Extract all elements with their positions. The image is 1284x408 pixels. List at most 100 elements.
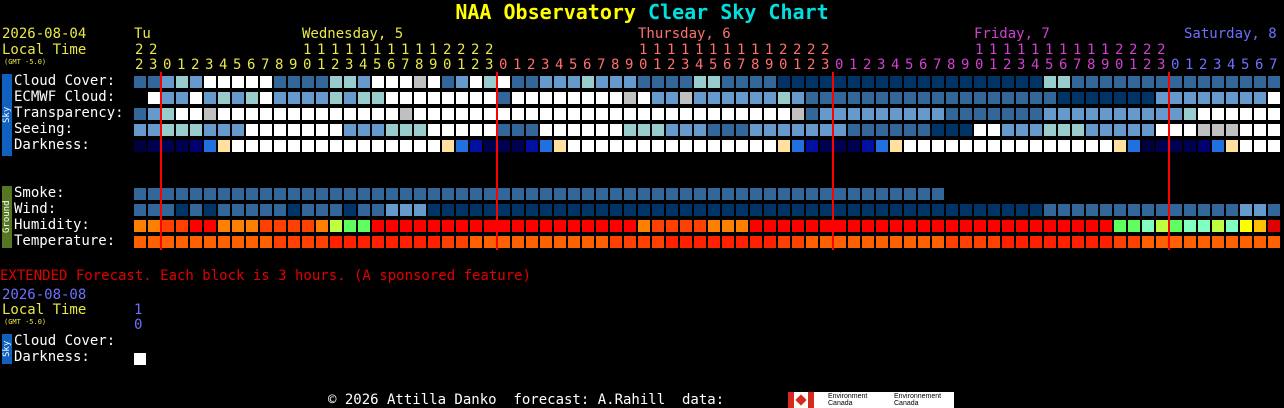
darkness-block	[1114, 140, 1126, 152]
humidity-block	[820, 220, 832, 232]
darkness-block	[1044, 140, 1056, 152]
temperature-block	[274, 236, 286, 248]
seeing-block	[568, 124, 580, 136]
wind-block	[428, 204, 440, 216]
temperature-block	[596, 236, 608, 248]
smoke-block	[596, 188, 608, 200]
temperature-block	[190, 236, 202, 248]
transparency-block	[246, 108, 258, 120]
transparency-block	[218, 108, 230, 120]
cloud-cover-block	[1268, 76, 1280, 88]
ecmwf-cloud-block	[722, 92, 734, 104]
cloud-cover-block	[624, 76, 636, 88]
seeing-block	[1170, 124, 1182, 136]
transparency-block	[232, 108, 244, 120]
transparency-block	[806, 108, 818, 120]
humidity-block	[288, 220, 300, 232]
cloud-cover-block	[288, 76, 300, 88]
ecmwf-cloud-block	[638, 92, 650, 104]
temperature-block	[344, 236, 356, 248]
cloud-cover-block	[1016, 76, 1028, 88]
cloud-cover-block	[218, 76, 230, 88]
wind-block	[1128, 204, 1140, 216]
smoke-block	[750, 188, 762, 200]
temperature-block	[862, 236, 874, 248]
humidity-block	[1254, 220, 1266, 232]
darkness-block	[890, 140, 902, 152]
ecmwf-cloud-block	[1072, 92, 1084, 104]
environment-canada-logo[interactable]: Environment Canada Environnement Canada	[788, 392, 954, 408]
temperature-block	[988, 236, 1000, 248]
ecmwf-cloud-block	[358, 92, 370, 104]
smoke-block	[848, 188, 860, 200]
humidity-block	[946, 220, 958, 232]
ecmwf-cloud-block	[1198, 92, 1210, 104]
cloud-cover-block	[848, 76, 860, 88]
temperature-block	[568, 236, 580, 248]
darkness-block	[1254, 140, 1266, 152]
smoke-block	[330, 188, 342, 200]
ecmwf-cloud-block	[470, 92, 482, 104]
humidity-block	[1016, 220, 1028, 232]
darkness-block	[1128, 140, 1140, 152]
ecmwf-cloud-block	[862, 92, 874, 104]
transparency-block	[750, 108, 762, 120]
cloud-cover-block	[512, 76, 524, 88]
humidity-block	[778, 220, 790, 232]
darkness-block	[932, 140, 944, 152]
ecmwf-cloud-block	[260, 92, 272, 104]
wind-block	[750, 204, 762, 216]
cloud-cover-block	[1254, 76, 1266, 88]
ecmwf-cloud-block	[1226, 92, 1238, 104]
cloud-cover-block	[904, 76, 916, 88]
darkness-block	[1240, 140, 1252, 152]
darkness-block	[246, 140, 258, 152]
darkness-block	[1072, 140, 1084, 152]
smoke-block	[918, 188, 930, 200]
midnight-line	[160, 72, 162, 250]
humidity-block	[876, 220, 888, 232]
ecmwf-cloud-block	[596, 92, 608, 104]
smoke-block	[498, 188, 510, 200]
darkness-block	[736, 140, 748, 152]
humidity-block	[1142, 220, 1154, 232]
ecmwf-cloud-block	[1030, 92, 1042, 104]
smoke-block	[386, 188, 398, 200]
ecmwf-cloud-block	[554, 92, 566, 104]
smoke-block	[932, 188, 944, 200]
darkness-block	[232, 140, 244, 152]
transparency-block	[274, 108, 286, 120]
temperature-block	[1100, 236, 1112, 248]
temperature-block	[1058, 236, 1070, 248]
humidity-block	[498, 220, 510, 232]
temperature-block	[442, 236, 454, 248]
smoke-block	[834, 188, 846, 200]
seeing-block	[526, 124, 538, 136]
humidity-block	[960, 220, 972, 232]
wind-block	[848, 204, 860, 216]
transparency-block	[610, 108, 622, 120]
transparency-block	[526, 108, 538, 120]
seeing-block	[652, 124, 664, 136]
wind-block	[1016, 204, 1028, 216]
wind-block	[792, 204, 804, 216]
cloud-cover-block	[694, 76, 706, 88]
cloud-cover-block	[764, 76, 776, 88]
seeing-block	[554, 124, 566, 136]
humidity-block	[484, 220, 496, 232]
ecmwf-cloud-block	[176, 92, 188, 104]
humidity-block	[1072, 220, 1084, 232]
seeing-block	[680, 124, 692, 136]
transparency-block	[1002, 108, 1014, 120]
smoke-block	[372, 188, 384, 200]
cloud-cover-block	[820, 76, 832, 88]
temperature-block	[554, 236, 566, 248]
darkness-block	[652, 140, 664, 152]
humidity-block	[1030, 220, 1042, 232]
wind-block	[582, 204, 594, 216]
seeing-block	[974, 124, 986, 136]
darkness-block	[204, 140, 216, 152]
ecmwf-cloud-block	[540, 92, 552, 104]
wind-block	[568, 204, 580, 216]
cloud-cover-block	[932, 76, 944, 88]
